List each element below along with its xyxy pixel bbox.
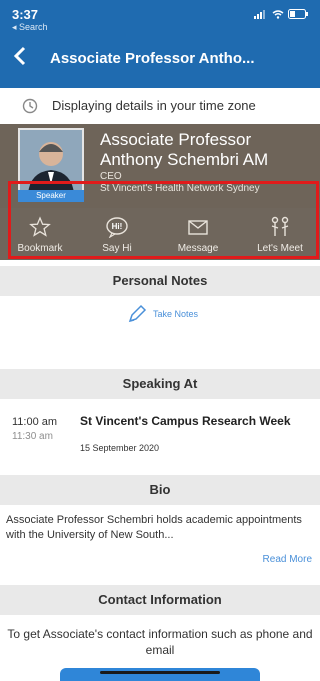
home-indicator xyxy=(100,671,220,674)
status-back-link[interactable]: ◂ Search xyxy=(12,22,48,33)
speaking-at-heading: Speaking At xyxy=(0,369,320,399)
back-chevron-icon[interactable] xyxy=(10,45,32,67)
bio-heading: Bio xyxy=(0,475,320,505)
session-title[interactable]: St Vincent's Campus Research Week xyxy=(80,414,320,428)
page-title: Associate Professor Antho... xyxy=(50,50,255,67)
nav-bar: 3:37 ◂ Search Associate Professor Antho.… xyxy=(0,0,320,88)
contact-action-button[interactable] xyxy=(60,668,260,681)
bio-text: Associate Professor Schembri holds acade… xyxy=(6,514,302,541)
session-end-time: 11:30 am xyxy=(12,431,53,442)
take-notes-link[interactable]: Take Notes xyxy=(153,309,198,319)
timezone-row: Displaying details in your time zone xyxy=(0,88,320,124)
actions-highlight-box xyxy=(8,181,319,259)
signal-icon xyxy=(254,9,265,19)
personal-notes-heading: Personal Notes xyxy=(0,266,320,296)
wifi-icon xyxy=(272,9,284,19)
timezone-text: Displaying details in your time zone xyxy=(52,98,256,113)
session-date: 15 September 2020 xyxy=(80,443,160,453)
profile-name: Associate Professor Anthony Schembri AM xyxy=(100,130,269,169)
status-icons xyxy=(254,9,308,19)
contact-text: To get Associate's contact information s… xyxy=(7,627,313,657)
status-time: 3:37 xyxy=(12,7,39,22)
battery-icon xyxy=(288,9,308,19)
pencil-icon[interactable] xyxy=(126,303,148,325)
session-start-time: 11:00 am xyxy=(12,416,58,428)
contact-heading: Contact Information xyxy=(0,585,320,615)
clock-globe-icon xyxy=(22,98,38,114)
read-more-link[interactable]: Read More xyxy=(263,554,312,565)
